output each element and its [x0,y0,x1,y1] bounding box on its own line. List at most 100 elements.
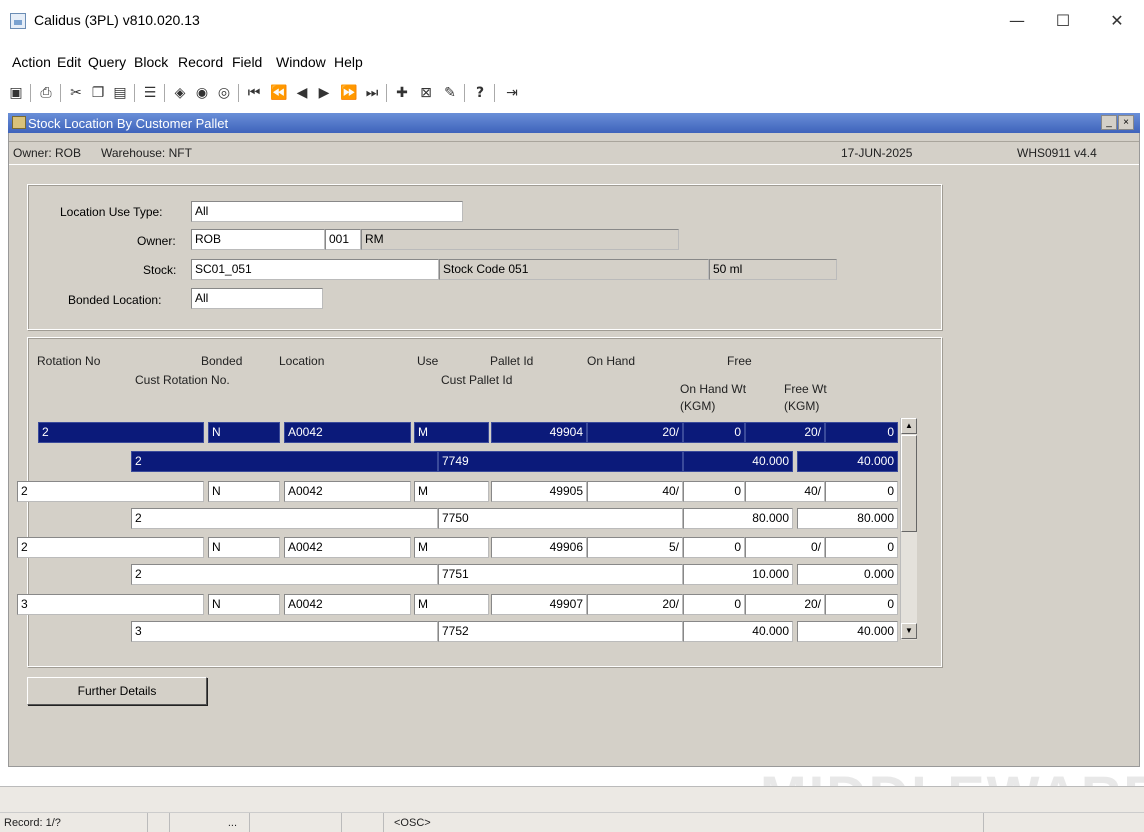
cell-free[interactable]: 20/ [745,422,825,443]
cell-pallet-id[interactable]: 49905 [491,481,587,502]
prev-set-icon[interactable]: ⏪ [270,84,287,102]
paste-icon[interactable]: ▤ [112,84,128,102]
cell-location[interactable]: A0042 [284,594,411,615]
cell-free-sub[interactable]: 0 [825,537,898,558]
cell-location[interactable]: A0042 [284,481,411,502]
toolbar-separator [386,84,387,102]
minimize-button[interactable]: — [994,6,1040,36]
scroll-thumb[interactable] [901,435,917,532]
cell-free-wt[interactable]: 40.000 [797,621,898,642]
cell-free-wt[interactable]: 80.000 [797,508,898,529]
cell-free[interactable]: 40/ [745,481,825,502]
cell-cust-rotation-no[interactable]: 3 [131,621,438,642]
cell-free-sub[interactable]: 0 [825,481,898,502]
cell-on-hand[interactable]: 5/ [587,537,683,558]
cell-free-wt[interactable]: 0.000 [797,564,898,585]
prev-record-icon[interactable]: ◀ [294,84,310,102]
owner-field[interactable]: ROB [191,229,325,250]
cell-rotation-no[interactable]: 3 [17,594,204,615]
cell-on-hand-wt[interactable]: 40.000 [683,621,793,642]
cell-use[interactable]: M [414,594,489,615]
location-use-type-field[interactable]: All [191,201,463,222]
cell-on-hand-wt[interactable]: 40.000 [683,451,793,472]
menu-help[interactable]: Help [334,54,363,70]
delete-record-icon[interactable]: ⊠ [418,84,434,102]
close-button[interactable]: ✕ [1094,6,1140,36]
cell-cust-rotation-no[interactable]: 2 [131,564,438,585]
context-owner: Owner: ROB [13,146,82,160]
scroll-up-icon[interactable]: ▲ [901,418,917,434]
cell-on-hand-wt[interactable]: 80.000 [683,508,793,529]
cell-cust-rotation-no[interactable]: 2 [131,508,438,529]
scroll-down-icon[interactable]: ▼ [901,623,917,639]
cell-free-sub[interactable]: 0 [825,594,898,615]
cell-on-hand[interactable]: 20/ [587,422,683,443]
menu-block[interactable]: Block [134,54,168,70]
menu-window[interactable]: Window [276,54,326,70]
stock-label: Stock: [143,263,177,277]
cell-free-sub[interactable]: 0 [825,422,898,443]
cell-pallet-id[interactable]: 49906 [491,537,587,558]
menu-action[interactable]: Action [12,54,51,70]
cell-rotation-no[interactable]: 2 [17,537,204,558]
cell-cust-rotation-no[interactable]: 2 [131,451,438,472]
cell-pallet-id[interactable]: 49907 [491,594,587,615]
duplicate-icon[interactable]: ✎ [442,84,458,102]
cell-rotation-no[interactable]: 2 [17,481,204,502]
cell-use[interactable]: M [414,422,489,443]
print-icon[interactable]: ⎙ [38,84,54,102]
cell-bonded[interactable]: N [208,537,280,558]
clear-record-icon[interactable]: ◉ [194,84,210,102]
next-record-icon[interactable]: ▶ [316,84,332,102]
copy-icon[interactable]: ❐ [90,84,106,102]
cell-bonded[interactable]: N [208,481,280,502]
last-record-icon[interactable]: ⏭ [364,84,380,102]
bonded-location-field[interactable]: All [191,288,323,309]
menu-record[interactable]: Record [178,54,223,70]
menu-field[interactable]: Field [232,54,262,70]
clear-block-icon[interactable]: ◈ [172,84,188,102]
form-title: Stock Location By Customer Pallet [28,116,229,131]
save-icon[interactable]: ▣ [8,84,24,102]
cell-bonded[interactable]: N [208,594,280,615]
cut-icon[interactable]: ✂ [68,84,84,102]
menu-query[interactable]: Query [88,54,126,70]
cell-cust-pallet-id[interactable]: 7752 [438,621,683,642]
cell-location[interactable]: A0042 [284,537,411,558]
cell-on-hand[interactable]: 40/ [587,481,683,502]
cell-on-hand[interactable]: 20/ [587,594,683,615]
cell-on-hand-sub[interactable]: 0 [683,422,745,443]
further-details-button[interactable]: Further Details [27,677,207,705]
form-close-button[interactable]: × [1118,115,1134,130]
header-bonded: Bonded [201,354,243,368]
cell-on-hand-sub[interactable]: 0 [683,537,745,558]
cell-pallet-id[interactable]: 49904 [491,422,587,443]
cell-use[interactable]: M [414,537,489,558]
cell-cust-pallet-id[interactable]: 7750 [438,508,683,529]
cell-cust-pallet-id[interactable]: 7749 [438,451,683,472]
exit-icon[interactable]: ⇥ [504,84,520,102]
stock-field[interactable]: SC01_051 [191,259,439,280]
cell-bonded[interactable]: N [208,422,280,443]
cell-free[interactable]: 0/ [745,537,825,558]
cell-rotation-no[interactable]: 2 [38,422,204,443]
cell-location[interactable]: A0042 [284,422,411,443]
insert-record-icon[interactable]: ✚ [394,84,410,102]
cell-on-hand-sub[interactable]: 0 [683,594,745,615]
cell-cust-pallet-id[interactable]: 7751 [438,564,683,585]
next-set-icon[interactable]: ⏩ [340,84,357,102]
owner-code-field[interactable]: 001 [325,229,361,250]
form-minimize-button[interactable]: _ [1101,115,1117,130]
menu-edit[interactable]: Edit [57,54,81,70]
first-record-icon[interactable]: ⏮ [246,84,262,102]
maximize-button[interactable]: ☐ [1040,6,1086,36]
help-icon[interactable]: ? [472,84,488,102]
cell-free[interactable]: 20/ [745,594,825,615]
cell-on-hand-sub[interactable]: 0 [683,481,745,502]
cell-free-wt[interactable]: 40.000 [797,451,898,472]
clear-field-icon[interactable]: ◎ [216,84,232,102]
list-icon[interactable]: ☰ [142,84,158,102]
cell-on-hand-wt[interactable]: 10.000 [683,564,793,585]
results-scrollbar[interactable]: ▲ ▼ [900,418,917,640]
cell-use[interactable]: M [414,481,489,502]
